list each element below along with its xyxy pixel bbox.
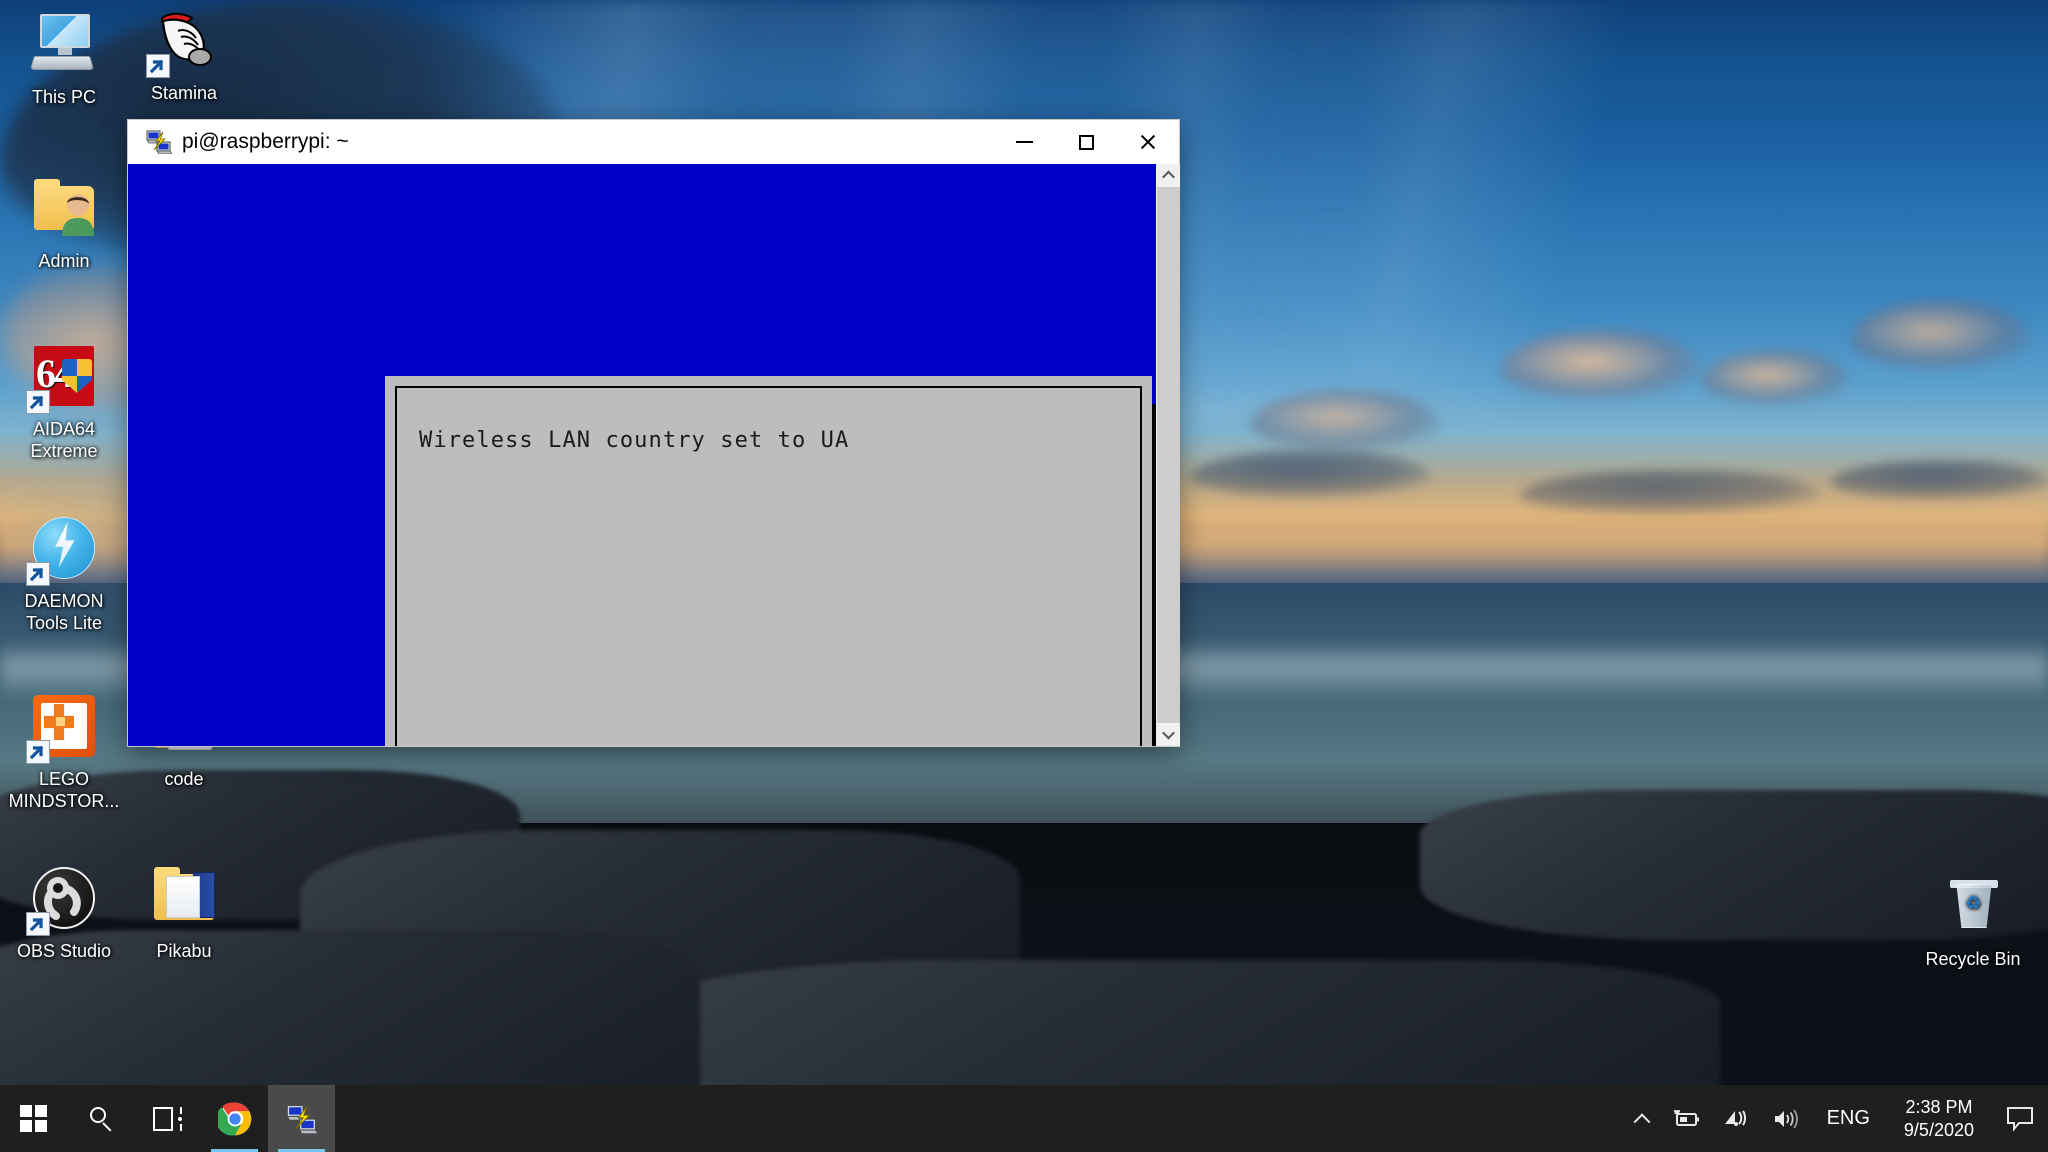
desktop-icon-pikabu[interactable]: Pikabu bbox=[124, 862, 244, 962]
task-view-icon bbox=[152, 1106, 183, 1131]
wallpaper-cloud-puff bbox=[1850, 300, 2030, 370]
volume-icon bbox=[1774, 1108, 1798, 1129]
wallpaper-cloud-puff bbox=[1500, 330, 1700, 400]
desktop-icon-label: Pikabu bbox=[156, 941, 212, 961]
shortcut-overlay-icon bbox=[146, 54, 170, 78]
desktop-icon-daemon-tools[interactable]: DAEMON Tools Lite bbox=[4, 512, 124, 634]
shortcut-overlay-icon bbox=[26, 740, 50, 764]
desktop-icon-lego-mindstorms[interactable]: LEGO MINDSTOR... bbox=[4, 690, 124, 812]
windows-logo-icon bbox=[19, 1104, 48, 1133]
volume-tray-button[interactable] bbox=[1761, 1085, 1811, 1152]
daemon-tools-icon bbox=[26, 512, 100, 586]
desktop-icon-label: Stamina bbox=[150, 83, 218, 103]
wallpaper-cloud-puff bbox=[1250, 390, 1440, 450]
desktop-icon-aida64[interactable]: 64 AIDA64 Extreme bbox=[4, 340, 124, 462]
action-center-icon bbox=[2007, 1106, 2033, 1132]
start-button[interactable] bbox=[0, 1085, 67, 1152]
action-center-button[interactable] bbox=[1992, 1085, 2048, 1152]
taskbar[interactable]: ENG 2:38 PM 9/5/2020 bbox=[0, 1085, 2048, 1152]
obs-studio-icon bbox=[26, 862, 100, 936]
dialog-inner-frame: Wireless LAN country set to UA <Ok> bbox=[395, 386, 1142, 746]
desktop-icon-label: Admin bbox=[38, 251, 90, 271]
aida64-icon: 64 bbox=[26, 340, 100, 414]
wallpaper-cloud-puff bbox=[1700, 350, 1850, 405]
minimize-button[interactable] bbox=[993, 120, 1055, 164]
computer-icon bbox=[28, 8, 100, 80]
clock[interactable]: 2:38 PM 9/5/2020 bbox=[1886, 1085, 1992, 1152]
lego-mindstorms-icon bbox=[26, 690, 100, 764]
desktop-icon-label: OBS Studio bbox=[16, 941, 112, 961]
window-title: pi@raspberrypi: ~ bbox=[182, 130, 349, 153]
window-titlebar[interactable]: pi@raspberrypi: ~ bbox=[128, 120, 1179, 164]
window-controls bbox=[993, 120, 1179, 164]
search-button[interactable] bbox=[67, 1085, 134, 1152]
system-tray[interactable]: ENG 2:38 PM 9/5/2020 bbox=[1625, 1085, 2048, 1152]
recycle-bin-icon: ♻ bbox=[1937, 870, 2009, 942]
user-folder-icon bbox=[28, 172, 100, 244]
whiptail-dialog[interactable]: Wireless LAN country set to UA <Ok> bbox=[385, 376, 1152, 746]
chrome-taskbar-button[interactable] bbox=[201, 1085, 268, 1152]
clock-date: 9/5/2020 bbox=[1903, 1119, 1974, 1140]
scroll-down-arrow[interactable] bbox=[1157, 723, 1180, 746]
wifi-icon bbox=[1724, 1109, 1746, 1126]
desktop[interactable]: This PC Stamina Admin 64 AIDA64 Extreme … bbox=[0, 0, 2048, 1152]
search-icon bbox=[88, 1106, 114, 1132]
terminal-scrollbar[interactable] bbox=[1156, 164, 1180, 746]
desktop-icon-recycle-bin[interactable]: ♻ Recycle Bin bbox=[1913, 870, 2033, 970]
chevron-up-icon bbox=[1633, 1112, 1651, 1130]
shortcut-overlay-icon bbox=[26, 912, 50, 936]
desktop-icon-label: code bbox=[164, 769, 204, 789]
desktop-icon-this-pc[interactable]: This PC bbox=[4, 8, 124, 108]
stamina-hand-icon bbox=[146, 4, 220, 78]
clock-time: 2:38 PM bbox=[1905, 1096, 1973, 1117]
putty-terminal-window[interactable]: pi@raspberrypi: ~ Wireless LAN country s… bbox=[128, 120, 1180, 746]
shortcut-overlay-icon bbox=[26, 390, 50, 414]
scrollbar-thumb[interactable] bbox=[1157, 187, 1180, 707]
maximize-button[interactable] bbox=[1055, 120, 1117, 164]
terminal-screen[interactable]: Wireless LAN country set to UA <Ok> bbox=[128, 164, 1179, 746]
desktop-icon-label: DAEMON Tools Lite bbox=[24, 591, 104, 633]
task-view-button[interactable] bbox=[134, 1085, 201, 1152]
putty-taskbar-button[interactable] bbox=[268, 1085, 335, 1152]
pikabu-folder-icon bbox=[148, 862, 220, 934]
chrome-icon bbox=[217, 1102, 251, 1136]
shortcut-overlay-icon bbox=[26, 562, 50, 586]
battery-tray-button[interactable] bbox=[1659, 1085, 1711, 1152]
desktop-icon-label: LEGO MINDSTOR... bbox=[8, 769, 120, 811]
desktop-icon-admin[interactable]: Admin bbox=[4, 172, 124, 272]
show-hidden-icons-button[interactable] bbox=[1625, 1085, 1659, 1152]
desktop-icon-label: This PC bbox=[31, 87, 96, 107]
network-tray-button[interactable] bbox=[1711, 1085, 1761, 1152]
putty-terminal-icon bbox=[285, 1104, 319, 1134]
battery-charging-icon bbox=[1673, 1109, 1699, 1126]
putty-terminal-icon bbox=[146, 130, 173, 155]
desktop-icon-obs-studio[interactable]: OBS Studio bbox=[4, 862, 124, 962]
desktop-icon-stamina[interactable]: Stamina bbox=[124, 4, 244, 104]
scroll-up-arrow[interactable] bbox=[1157, 164, 1180, 187]
close-button[interactable] bbox=[1117, 120, 1179, 164]
dialog-message: Wireless LAN country set to UA bbox=[419, 428, 850, 453]
desktop-icon-label: Recycle Bin bbox=[1925, 949, 2021, 969]
language-indicator[interactable]: ENG bbox=[1811, 1085, 1886, 1152]
desktop-icon-label: AIDA64 Extreme bbox=[30, 419, 98, 461]
